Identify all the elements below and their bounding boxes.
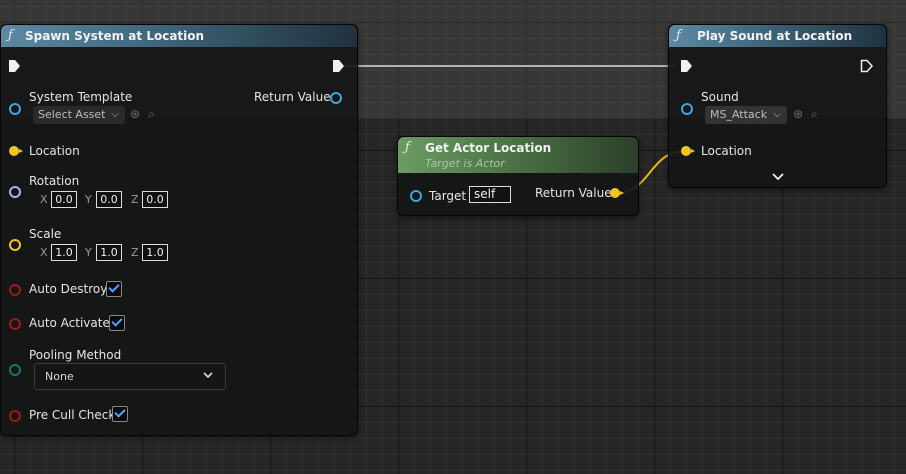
sound-value: MS_Attack: [710, 108, 768, 121]
scale-label: Scale: [29, 227, 62, 241]
scale-y-field[interactable]: 1.0: [96, 244, 122, 261]
target-field[interactable]: self: [469, 186, 511, 203]
scale-x-field[interactable]: 1.0: [51, 244, 77, 261]
exec-out-pin[interactable]: [332, 59, 346, 73]
pre-cull-check-checkbox[interactable]: [112, 406, 128, 422]
node-title: Get Actor Location: [425, 141, 552, 155]
auto-destroy-checkbox[interactable]: [106, 281, 122, 297]
rotation-z-axis: Z: [131, 193, 139, 206]
pooling-method-label: Pooling Method: [29, 348, 122, 362]
function-icon: ƒ: [405, 140, 410, 155]
node-title: Play Sound at Location: [697, 29, 853, 43]
node-title: Spawn System at Location: [25, 29, 205, 43]
rotation-y-axis: Y: [85, 193, 92, 206]
auto-activate-pin[interactable]: [9, 318, 21, 330]
system-template-label: System Template: [29, 90, 133, 104]
function-icon: ƒ: [8, 28, 13, 43]
sound-label: Sound: [701, 90, 739, 104]
pre-cull-check-pin[interactable]: [9, 410, 21, 422]
auto-activate-checkbox[interactable]: [109, 315, 125, 331]
node-subtitle: Target is Actor: [425, 157, 505, 170]
rotation-y-field[interactable]: 0.0: [96, 191, 122, 208]
get-actor-location-node[interactable]: ƒ Get Actor Location Target is Actor: [397, 136, 639, 216]
scale-pin[interactable]: [9, 239, 21, 251]
auto-destroy-pin[interactable]: [9, 284, 21, 296]
auto-activate-label: Auto Activate: [29, 316, 110, 330]
system-template-dropdown[interactable]: Select Asset ⌵: [33, 106, 125, 124]
target-label: Target: [429, 189, 467, 203]
chevron-down-icon: ⌵: [111, 109, 119, 120]
scale-z-axis: Z: [131, 246, 139, 259]
spawn-system-header[interactable]: ƒ Spawn System at Location: [1, 25, 357, 47]
rotation-x-field[interactable]: 0.0: [51, 191, 77, 208]
pooling-method-pin[interactable]: [9, 364, 21, 376]
location-label: Location: [29, 144, 80, 158]
location-pin[interactable]: [681, 146, 695, 156]
pooling-method-dropdown[interactable]: None: [34, 363, 226, 390]
scale-y-axis: Y: [85, 246, 92, 259]
rotation-z-field[interactable]: 0.0: [142, 191, 168, 208]
browse-asset-search-icon[interactable]: ⌕: [148, 107, 155, 122]
scale-x-axis: X: [40, 246, 48, 259]
browse-asset-search-icon[interactable]: ⌕: [811, 107, 818, 122]
system-template-value: Select Asset: [38, 108, 106, 121]
use-selected-asset-icon[interactable]: ⊛: [793, 107, 803, 121]
sound-dropdown[interactable]: MS_Attack ⌵: [705, 106, 787, 124]
return-value-label: Return Value: [254, 90, 331, 104]
pooling-method-value: None: [45, 370, 74, 383]
use-selected-asset-icon[interactable]: ⊛: [130, 107, 140, 121]
exec-out-pin[interactable]: [860, 59, 874, 73]
rotation-x-axis: X: [40, 193, 48, 206]
auto-destroy-label: Auto Destroy: [29, 282, 108, 296]
rotation-pin[interactable]: [9, 186, 21, 198]
chevron-down-icon: ⌵: [773, 109, 781, 120]
location-pin[interactable]: [9, 146, 23, 156]
sound-pin[interactable]: [681, 103, 693, 115]
pre-cull-check-label: Pre Cull Check: [29, 408, 116, 422]
function-icon: ƒ: [676, 28, 681, 43]
play-sound-header[interactable]: ƒ Play Sound at Location: [669, 25, 886, 47]
target-pin[interactable]: [410, 190, 422, 202]
return-value-pin[interactable]: [330, 92, 342, 104]
scale-z-field[interactable]: 1.0: [142, 244, 168, 261]
get-actor-location-header[interactable]: ƒ Get Actor Location Target is Actor: [398, 137, 638, 173]
rotation-label: Rotation: [29, 174, 80, 188]
system-template-pin[interactable]: [9, 103, 21, 115]
exec-in-pin[interactable]: [680, 59, 694, 73]
exec-in-pin[interactable]: [8, 59, 22, 73]
expand-advanced-chevron-icon[interactable]: [772, 172, 784, 181]
return-value-pin[interactable]: [610, 188, 624, 198]
chevron-down-icon: [203, 372, 213, 379]
return-value-label: Return Value: [535, 186, 612, 200]
location-label: Location: [701, 144, 752, 158]
